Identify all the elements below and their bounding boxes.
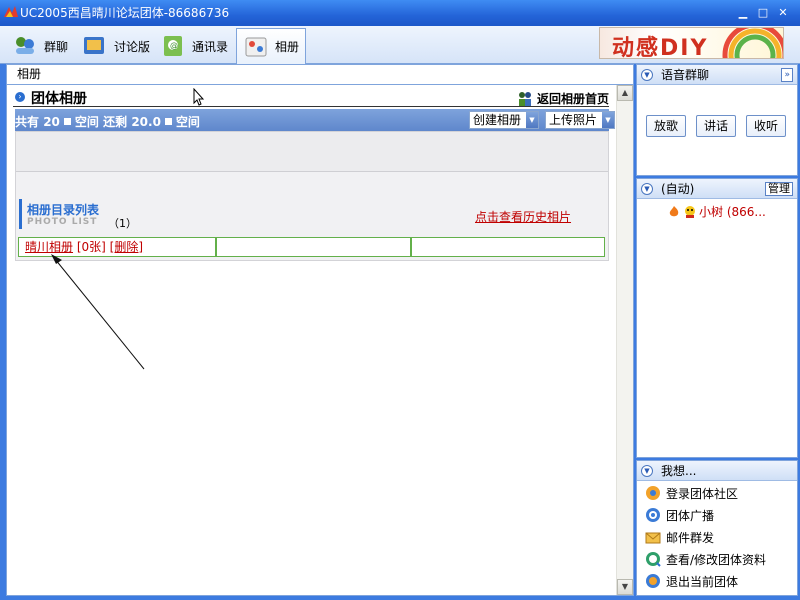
actions-panel: ▼ 我想... 登录团体社区 团体广播 邮件群发 查看/修改团体资料 退出当前团… [636, 460, 798, 596]
listen-button[interactable]: 收听 [746, 115, 786, 137]
section-header: 相册 [6, 64, 634, 84]
delete-album-link[interactable]: [删除] [110, 240, 143, 254]
collapse-chevron-icon[interactable]: ▼ [641, 69, 653, 81]
member-name: 小树 (866... [699, 205, 766, 219]
bullet-arrow-icon: › [15, 92, 25, 102]
group-album-title: 团体相册 [31, 91, 87, 107]
community-icon [646, 486, 660, 500]
voice-chat-header[interactable]: ▼ 语音群聊 » [637, 65, 797, 85]
exit-icon [646, 574, 660, 588]
upload-photo-button[interactable]: 上传照片 ▼ [545, 111, 615, 129]
album-pane: › 团体相册 返回相册首页 共有 20空间 还剩 20.0空间 创建相册 ▼ [6, 84, 634, 596]
blank-band [16, 132, 608, 172]
minimize-button[interactable]: ▁ [736, 6, 750, 20]
mail-icon [645, 532, 661, 544]
album-cell: 晴川相册 [0张] [删除] [18, 237, 216, 257]
dir-accent-bar [19, 199, 22, 229]
tab-bar: 群聊 讨论版 @ 通讯录 相册 动感DIY [0, 26, 800, 64]
dir-title: 相册目录列表 [27, 203, 100, 217]
actions-title: 我想... [661, 464, 697, 478]
tab-group-chat[interactable]: 群聊 [6, 29, 74, 63]
svg-text:@: @ [170, 41, 178, 50]
broadcast-icon [646, 508, 660, 522]
tab-contacts[interactable]: @ 通讯录 [154, 29, 234, 63]
user-avatar-icon [685, 205, 695, 218]
mouse-cursor-icon [193, 88, 205, 106]
manage-button[interactable]: 管理 [765, 182, 793, 196]
actions-header[interactable]: ▼ 我想... [637, 461, 797, 481]
rainbow-decoration [722, 28, 783, 58]
board-icon [84, 37, 104, 54]
flame-icon [669, 205, 679, 216]
dropdown-arrow-icon: ▼ [602, 112, 614, 128]
collapse-chevron-icon[interactable]: ▼ [641, 183, 653, 195]
album-photo-count: [0张] [76, 240, 106, 254]
uc-logo-icon [4, 6, 18, 17]
dropdown-arrow-icon: ▼ [526, 112, 538, 128]
banner-text: 动感DIY [612, 36, 709, 59]
title-bar[interactable]: UC2005西昌晴川论坛团体-86686736 ▁ □ ✕ [0, 0, 800, 26]
window-title: UC2005西昌晴川论坛团体-86686736 [20, 6, 230, 20]
diy-banner[interactable]: 动感DIY [599, 27, 784, 59]
group-album-header: › 团体相册 返回相册首页 [13, 87, 613, 107]
members-title: (自动) [661, 182, 695, 196]
collapse-chevron-icon[interactable]: ▼ [641, 465, 653, 477]
album-cell-empty [216, 237, 411, 257]
space-stats-text: 共有 20 空间 还剩 20.0 空间 [15, 115, 200, 129]
maximize-button[interactable]: □ [756, 6, 770, 20]
menu-exit-group[interactable]: 退出当前团体 [645, 571, 738, 591]
close-button[interactable]: ✕ [776, 6, 790, 20]
back-to-album-home-link[interactable]: 返回相册首页 [517, 90, 609, 107]
voice-chat-panel: ▼ 语音群聊 » 放歌 讲话 收听 [636, 64, 798, 176]
album-cell-empty [411, 237, 605, 257]
members-panel: ▼ (自动) 管理 小树 (866... [636, 178, 798, 458]
app-window: UC2005西昌晴川论坛团体-86686736 ▁ □ ✕ 群聊 讨论版 @ 通 [0, 0, 800, 600]
expand-button[interactable]: » [781, 68, 793, 82]
view-history-photos-link[interactable]: 点击查看历史相片 [475, 208, 571, 225]
people-icon [518, 91, 531, 106]
scroll-up-button[interactable]: ▲ [617, 85, 633, 101]
menu-mass-mail[interactable]: 邮件群发 [645, 527, 714, 547]
voice-chat-title: 语音群聊 [661, 68, 710, 82]
space-stats-bar: 共有 20 空间 还剩 20.0 空间 创建相册 ▼ 上传照片 ▼ [15, 109, 615, 131]
play-song-button[interactable]: 放歌 [646, 115, 686, 137]
album-icon [245, 37, 267, 56]
scroll-down-button[interactable]: ▼ [617, 579, 633, 595]
tab-board[interactable]: 讨论版 [76, 29, 156, 63]
menu-login-community[interactable]: 登录团体社区 [645, 483, 738, 503]
dir-count: （1） [108, 217, 137, 230]
album-name-link[interactable]: 晴川相册 [25, 240, 73, 254]
dir-subtitle: PHOTO LIST [27, 217, 98, 227]
profile-icon [646, 552, 661, 567]
group-chat-icon [16, 37, 34, 54]
member-item[interactable]: 小树 (866... [667, 203, 766, 220]
menu-broadcast[interactable]: 团体广播 [645, 505, 714, 525]
vertical-scrollbar[interactable]: ▲ ▼ [616, 85, 633, 595]
menu-edit-profile[interactable]: 查看/修改团体资料 [645, 549, 766, 569]
talk-button[interactable]: 讲话 [696, 115, 736, 137]
tab-album[interactable]: 相册 [236, 28, 307, 64]
members-header[interactable]: ▼ (自动) 管理 [637, 179, 797, 199]
contacts-icon: @ [164, 36, 182, 56]
create-album-button[interactable]: 创建相册 ▼ [469, 111, 539, 129]
divider [13, 106, 609, 107]
